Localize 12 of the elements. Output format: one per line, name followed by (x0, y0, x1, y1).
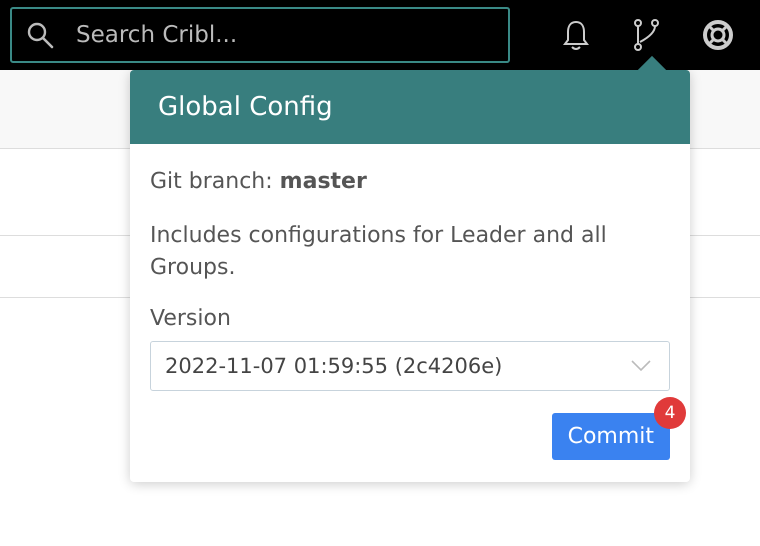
search-icon (26, 21, 54, 49)
bell-icon[interactable] (562, 19, 590, 51)
popover-title: Global Config (158, 92, 333, 122)
lifebuoy-icon[interactable] (702, 19, 734, 51)
chevron-down-icon (631, 360, 651, 372)
version-dropdown[interactable]: 2022-11-07 01:59:55 (2c4206e) (150, 340, 670, 391)
search-field[interactable]: Search Cribl... (10, 7, 510, 63)
version-label: Version (150, 306, 232, 331)
count-badge: 4 (654, 396, 686, 429)
description-text: Includes configurations for Leader and all Groups. (150, 222, 608, 282)
branch-icon[interactable] (632, 18, 660, 52)
branch-text: Git branch: master (150, 168, 368, 196)
